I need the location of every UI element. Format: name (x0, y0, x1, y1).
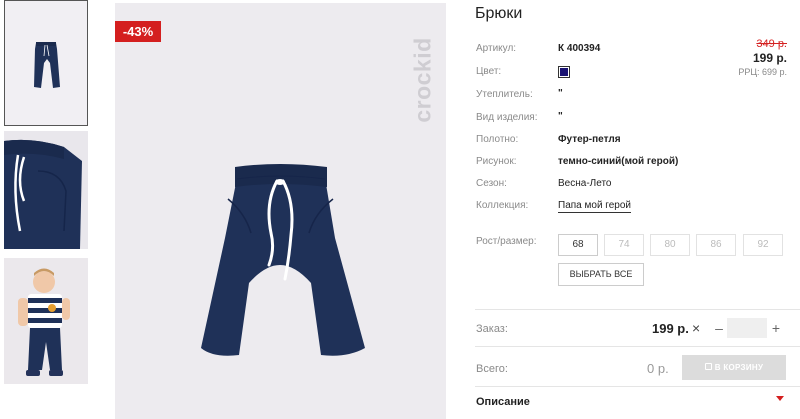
spec-value-article: К 400394 (558, 43, 601, 54)
pants-detail-image (4, 131, 88, 249)
divider (475, 346, 800, 347)
clear-order-icon[interactable]: × (692, 320, 700, 336)
shopping-bag-icon (704, 363, 712, 371)
recommended-retail-price: РРЦ: 699 р. (738, 67, 787, 77)
thumbnail-pants-detail[interactable] (4, 131, 88, 249)
size-option-68[interactable]: 68 (558, 234, 598, 256)
child-photo-image (4, 258, 88, 384)
spec-label-pattern: Рисунок: (476, 156, 517, 167)
size-option-74[interactable]: 74 (604, 234, 644, 256)
pants-main-image (201, 164, 365, 356)
brand-logo-text: crockid (409, 37, 436, 123)
divider (475, 386, 800, 387)
main-product-image: crockid (115, 3, 446, 419)
description-toggle[interactable]: Описание (476, 396, 530, 408)
spec-value-pattern: темно-синий(мой герой) (558, 156, 679, 167)
spec-value-fabric: Футер-петля (558, 134, 621, 145)
spec-label-color: Цвет: (476, 66, 502, 77)
thumbnail-pants-front[interactable] (4, 0, 88, 126)
color-swatch[interactable] (558, 66, 570, 78)
spec-value-season: Весна-Лето (558, 178, 612, 189)
spec-label-insulation: Утеплитель: (476, 89, 533, 100)
color-swatch-fill (560, 68, 568, 76)
old-price: 349 р. (756, 38, 787, 50)
spec-value-collection[interactable]: Папа мой герой (558, 200, 632, 213)
discount-badge: -43% (115, 21, 161, 42)
size-label: Рост/размер: (476, 236, 537, 247)
new-price: 199 р. (752, 51, 787, 65)
quantity-input[interactable] (727, 318, 767, 338)
chevron-down-icon[interactable] (775, 394, 785, 404)
spec-label-collection: Коллекция: (476, 200, 529, 211)
select-all-button[interactable]: ВЫБРАТЬ ВСЕ (558, 263, 644, 286)
spec-label-season: Сезон: (476, 178, 507, 189)
collection-link[interactable]: Папа мой герой (558, 200, 632, 213)
spec-value-insulation: " (558, 88, 563, 99)
product-title: Брюки (475, 5, 523, 22)
size-option-92[interactable]: 92 (743, 234, 783, 256)
order-label: Заказ: (476, 323, 508, 335)
quantity-increase-button[interactable]: + (770, 318, 782, 338)
total-label: Всего: (476, 363, 508, 375)
quantity-decrease-button[interactable]: – (713, 318, 725, 338)
add-to-cart-button[interactable]: В КОРЗИНУ (682, 355, 786, 380)
pants-thumbnail-image (34, 42, 60, 88)
size-option-80[interactable]: 80 (650, 234, 690, 256)
total-value: 0 р. (647, 361, 669, 376)
spec-label-article: Артикул: (476, 43, 517, 54)
order-price: 199 р. (652, 321, 689, 336)
thumbnail-child-wearing[interactable] (4, 258, 88, 384)
divider (475, 309, 800, 310)
spec-label-fabric: Полотно: (476, 134, 519, 145)
spec-value-product-type: " (558, 111, 563, 122)
spec-label-product-type: Вид изделия: (476, 112, 538, 123)
size-option-86[interactable]: 86 (696, 234, 736, 256)
brand-logo: crockid (408, 15, 438, 145)
add-to-cart-label: В КОРЗИНУ (714, 363, 764, 372)
